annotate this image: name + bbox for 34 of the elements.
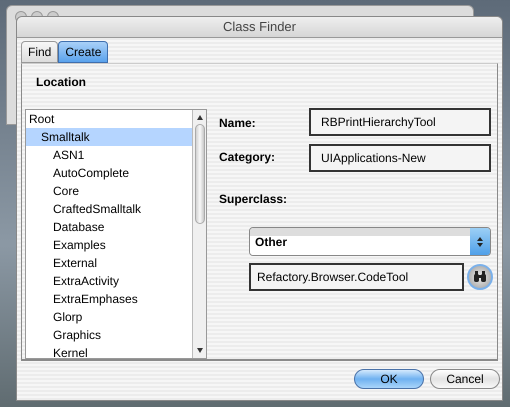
tree-item[interactable]: Examples [26, 236, 192, 254]
tree-item[interactable]: ExtraEmphases [26, 290, 192, 308]
scroll-down-icon[interactable] [196, 348, 202, 353]
superclass-dropdown[interactable]: Other [249, 227, 491, 256]
section-heading: Location [36, 75, 86, 89]
tree-item[interactable]: CraftedSmalltalk [26, 200, 192, 218]
tree-item[interactable]: AutoComplete [26, 164, 192, 182]
tree-item[interactable]: Smalltalk [26, 128, 192, 146]
field-label: Name: [219, 115, 257, 132]
tree-item[interactable]: Glorp [26, 308, 192, 326]
tab[interactable]: Create [58, 41, 108, 63]
superclass-field[interactable]: Refactory.Browser.CodeTool [249, 263, 464, 291]
browse-button[interactable] [467, 264, 493, 290]
tree-item[interactable]: ASN1 [26, 146, 192, 164]
field-label: Superclass: [219, 191, 288, 208]
scroll-thumb[interactable] [194, 124, 204, 224]
category-field[interactable]: UIApplications-New [309, 144, 491, 172]
dialog-button[interactable]: OK [354, 369, 424, 389]
up-arrow-icon [477, 236, 483, 240]
tree-item[interactable]: Graphics [26, 326, 192, 344]
tree-item[interactable]: External [26, 254, 192, 272]
down-arrow-icon [477, 242, 483, 246]
dialog-button[interactable]: Cancel [430, 369, 500, 389]
tree-item[interactable]: Core [26, 182, 192, 200]
tab[interactable]: Find [21, 41, 58, 63]
binoculars-icon [473, 271, 487, 283]
window-title: Class Finder [223, 18, 296, 36]
tree-item[interactable]: Database [26, 218, 192, 236]
scrollbar[interactable] [192, 110, 206, 358]
tree-item[interactable]: Kernel [26, 344, 192, 358]
name-field[interactable]: RBPrintHierarchyTool [309, 108, 491, 136]
tree-item[interactable]: ExtraActivity [26, 272, 192, 290]
tree-item[interactable]: Root [26, 110, 192, 128]
field-label: Category: [219, 149, 276, 166]
